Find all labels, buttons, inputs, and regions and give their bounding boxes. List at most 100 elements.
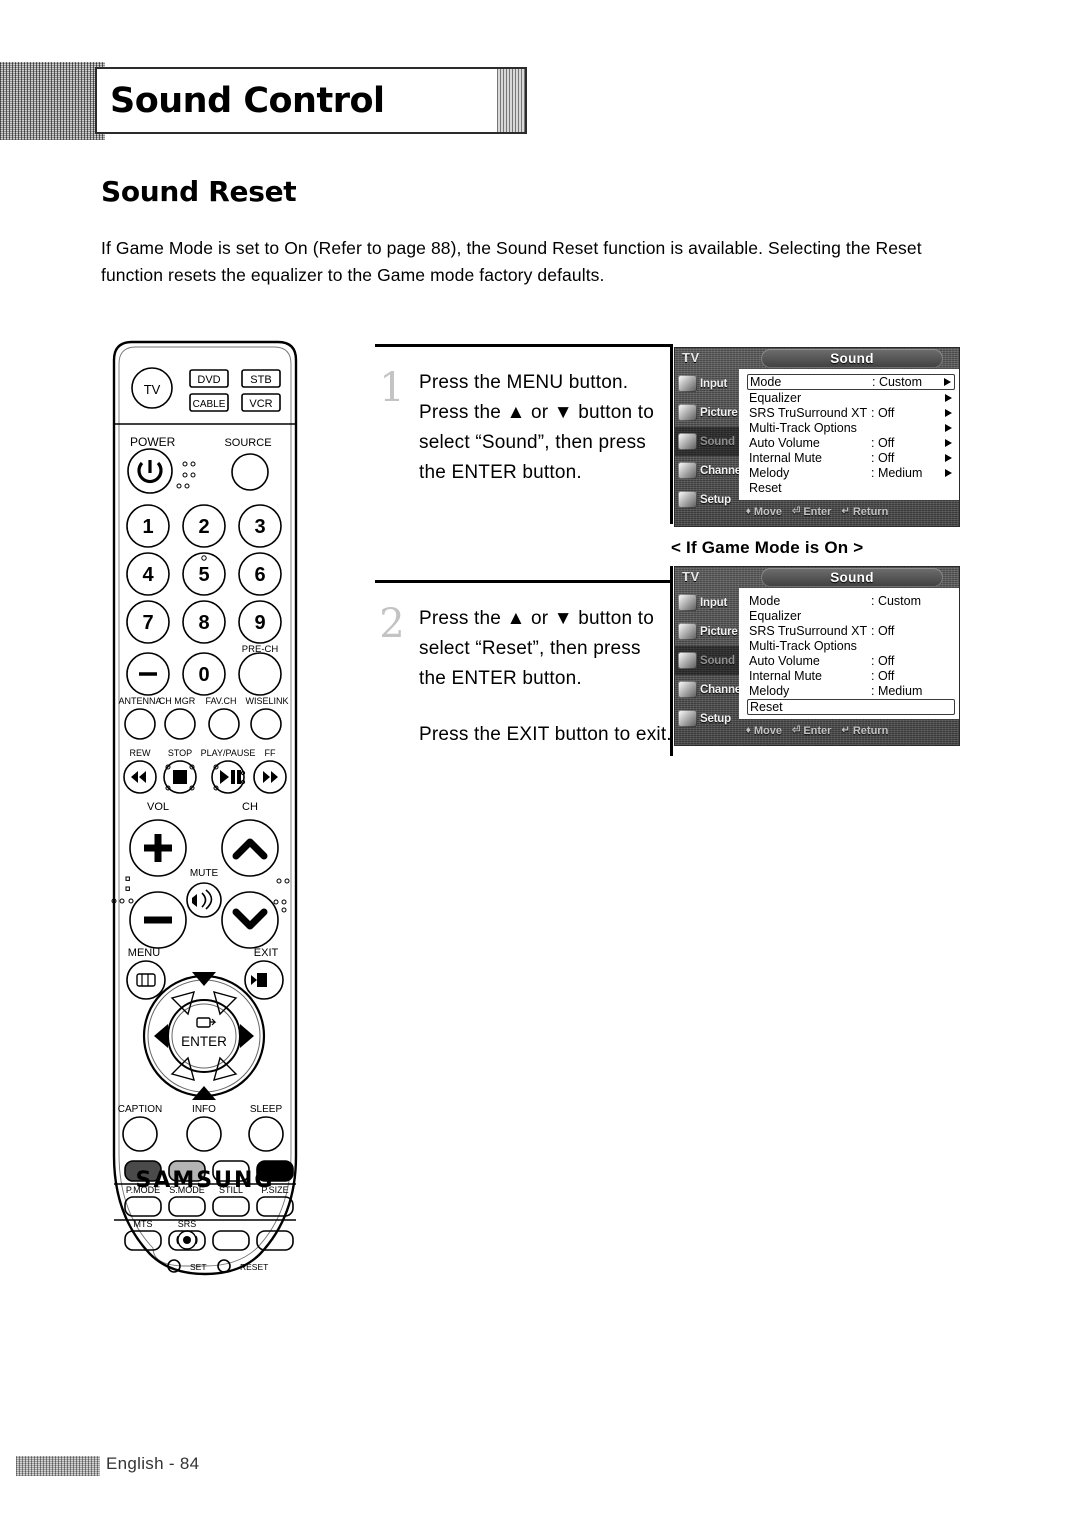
osd-sidebar-item-input[interactable]: Input xyxy=(675,588,739,617)
step-1-text: Press the MENU button. Press the ▲ or ▼ … xyxy=(419,368,654,488)
header-box-texture xyxy=(497,69,525,132)
osd-hint: ↵ Return xyxy=(841,506,888,518)
svg-text:MUTE: MUTE xyxy=(190,868,219,879)
osd-menu-row[interactable]: Mode : Custom xyxy=(747,593,955,608)
osd-menu-row[interactable]: Multi-Track Options xyxy=(747,420,955,435)
remote-brand-logo: SAMSUNG xyxy=(135,1168,275,1193)
osd-menu-row-label: Auto Volume xyxy=(749,653,820,668)
osd-menu-row-value: : Off xyxy=(871,435,895,450)
osd-2-titlebar: TV Sound xyxy=(675,567,959,588)
osd-menu-row-label: Reset xyxy=(750,699,783,714)
osd-2-panel: Mode : Custom Equalizer SRS TruSurround XT:… xyxy=(739,588,959,719)
svg-text:FAV.CH: FAV.CH xyxy=(205,696,236,706)
osd-menu-row-value: : Off xyxy=(871,623,895,638)
svg-text:0: 0 xyxy=(198,664,209,686)
step-2-line-1: Press the ▲ or ▼ button to xyxy=(419,608,655,629)
svg-text:6: 6 xyxy=(254,564,265,586)
osd-menu-row[interactable]: SRS TruSurround XT: Off xyxy=(747,623,955,638)
osd-screenshot-2: TV Sound Input Picture Sound Channel Set… xyxy=(674,566,960,746)
osd-hint: ⏎ Enter xyxy=(792,725,832,737)
step-2-rule xyxy=(375,580,671,583)
step-2-number: 2 xyxy=(379,601,405,647)
sound-icon xyxy=(678,433,697,450)
osd-1-hints: ♦ Move ⏎ Enter ↵ Return xyxy=(675,504,959,519)
svg-text:SLEEP: SLEEP xyxy=(250,1104,283,1115)
input-icon xyxy=(678,594,697,611)
step-1-line-2: Press the ▲ or ▼ button to xyxy=(419,402,655,423)
chevron-right-icon xyxy=(945,393,952,402)
sound-icon xyxy=(678,652,697,669)
osd-sidebar-item-sound[interactable]: Sound xyxy=(675,427,739,456)
osd-menu-row-value: : Off xyxy=(871,653,895,668)
svg-text:CH MGR: CH MGR xyxy=(159,696,196,706)
osd-sidebar-label-input: Input xyxy=(700,377,728,390)
osd-menu-row-label: Equalizer xyxy=(749,608,802,623)
osd-sidebar-label-sound: Sound xyxy=(700,654,735,667)
osd-sidebar-item-input[interactable]: Input xyxy=(675,369,739,398)
osd-1-titlebar: TV Sound xyxy=(675,348,959,369)
osd-menu-row-label: Reset xyxy=(749,481,782,496)
osd-hint-label: Move xyxy=(753,724,782,737)
svg-text:RESET: RESET xyxy=(240,1262,268,1272)
osd-hint: ↵ Return xyxy=(841,725,888,737)
osd-menu-row[interactable]: Melody: Medium xyxy=(747,684,955,699)
picture-icon xyxy=(678,623,697,640)
chevron-right-icon xyxy=(945,408,952,417)
osd-menu-row-label: Equalizer xyxy=(749,390,802,405)
osd-menu-row-value: : Custom xyxy=(871,593,922,608)
svg-text:5: 5 xyxy=(198,564,209,586)
osd-hint-glyph-icon: ⏎ xyxy=(791,725,801,736)
osd-menu-row[interactable]: Auto Volume : Off xyxy=(747,653,955,668)
osd-hint-glyph-icon: ⏎ xyxy=(791,506,801,517)
svg-text:VCR: VCR xyxy=(249,398,272,410)
svg-text:POWER: POWER xyxy=(130,435,176,449)
svg-text:FF: FF xyxy=(265,748,276,758)
svg-text:ANTENNA: ANTENNA xyxy=(118,696,161,706)
osd-2-bottom-bar: ♦ Move ⏎ Enter ↵ Return xyxy=(675,719,959,745)
osd-menu-row[interactable]: Mode: Custom xyxy=(747,374,955,390)
svg-text:WISELINK: WISELINK xyxy=(245,696,288,706)
osd-menu-row[interactable]: Internal Mute: Off xyxy=(747,668,955,683)
osd-sidebar-item-picture[interactable]: Picture xyxy=(675,617,739,646)
osd-menu-row[interactable]: Auto Volume: Off xyxy=(747,435,955,450)
osd-2-hints: ♦ Move ⏎ Enter ↵ Return xyxy=(675,723,959,738)
osd-menu-row[interactable]: Reset xyxy=(747,698,955,715)
input-icon xyxy=(678,375,697,392)
svg-text:CAPTION: CAPTION xyxy=(118,1104,162,1115)
svg-text:VOL: VOL xyxy=(147,801,169,813)
osd-hint: ♦ Move xyxy=(746,725,782,737)
osd-menu-row-label: Internal Mute xyxy=(749,450,822,465)
osd-menu-row[interactable]: Melody: Medium xyxy=(747,465,955,480)
step-2-text: Press the ▲ or ▼ button to select “Reset… xyxy=(419,604,672,750)
svg-text:SRS: SRS xyxy=(178,1219,197,1229)
osd-menu-row[interactable]: SRS TruSurround XT: Off xyxy=(747,405,955,420)
svg-text:INFO: INFO xyxy=(192,1104,216,1115)
osd-sidebar-item-picture[interactable]: Picture xyxy=(675,398,739,427)
osd-menu-row[interactable]: Multi-Track Options xyxy=(747,638,955,653)
channel-icon xyxy=(678,681,697,698)
osd-sidebar-label-sound: Sound xyxy=(700,435,735,448)
osd-sidebar-item-channel[interactable]: Channel xyxy=(675,675,744,704)
osd-sidebar-label-picture: Picture xyxy=(700,406,738,419)
section-title: Sound Reset xyxy=(101,175,297,208)
osd-caption: < If Game Mode is On > xyxy=(671,538,864,557)
chevron-right-icon xyxy=(944,378,951,386)
osd-menu-row-label: Mode xyxy=(749,593,781,608)
osd-sidebar-item-channel[interactable]: Channel xyxy=(675,456,744,485)
channel-icon xyxy=(678,462,697,479)
osd-screenshot-1: TV Sound Input Picture Sound Channel Set… xyxy=(674,347,960,527)
osd-menu-row[interactable]: Equalizer xyxy=(747,390,955,405)
step-2-spacer xyxy=(419,694,672,720)
osd-menu-row-label: Melody xyxy=(749,466,790,481)
osd-menu-row-value: : Off xyxy=(871,669,895,684)
svg-text:CH: CH xyxy=(242,801,258,813)
step-2-line-2: select “Reset”, then press xyxy=(419,638,641,659)
osd-menu-row-label: Multi-Track Options xyxy=(749,420,857,435)
osd-hint-label: Move xyxy=(753,505,782,518)
svg-text:PLAY/PAUSE: PLAY/PAUSE xyxy=(201,748,256,758)
svg-text:EXIT: EXIT xyxy=(254,947,279,959)
osd-menu-row[interactable]: Internal Mute: Off xyxy=(747,450,955,465)
osd-menu-row[interactable]: Equalizer xyxy=(747,608,955,623)
osd-menu-row[interactable]: Reset xyxy=(747,481,955,496)
osd-sidebar-item-sound[interactable]: Sound xyxy=(675,646,739,675)
